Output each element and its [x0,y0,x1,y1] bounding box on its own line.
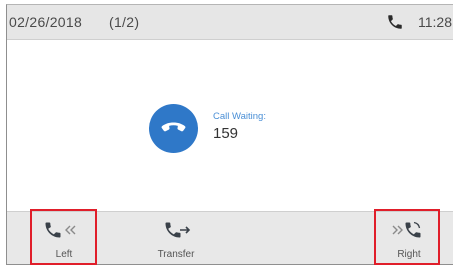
call-waiting-label: Call Waiting: [213,111,266,122]
highlight-box-right [374,209,440,265]
caller-number: 159 [213,125,239,142]
status-bar: 02/26/2018 (1/2) 11:28 [7,5,453,40]
phone-transfer-icon [165,222,191,238]
softkey-transfer[interactable]: Transfer [143,212,209,264]
clock-time: 11:28 [418,14,452,30]
date-text: 02/26/2018 [9,14,83,30]
phone-icon [386,13,404,31]
call-avatar [149,104,198,153]
softkey-transfer-label: Transfer [157,249,195,260]
hang-up-icon [161,122,186,132]
page-indicator: (1/2) [109,14,140,30]
highlight-box-left [30,209,97,265]
